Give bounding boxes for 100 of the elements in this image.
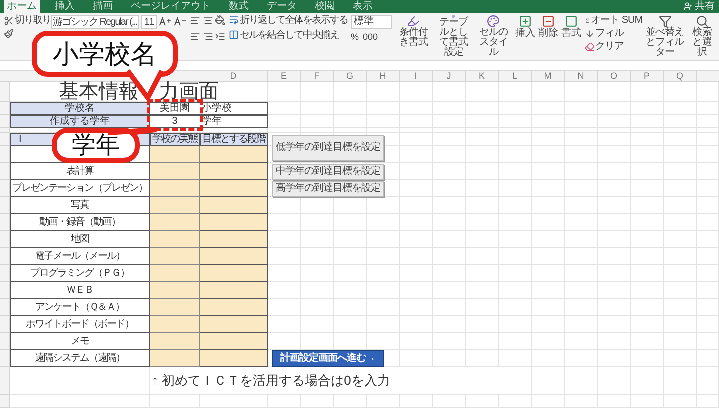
goal-button[interactable]: 低学年の到達目標を設定 xyxy=(272,135,384,161)
grid-cell xyxy=(334,395,367,408)
input-cell[interactable] xyxy=(200,316,268,333)
grid-cell xyxy=(598,82,631,102)
editing-button[interactable]: クリア xyxy=(596,41,624,52)
input-cell[interactable] xyxy=(150,163,200,180)
column-header[interactable]: E xyxy=(268,71,301,82)
merge-center-button[interactable]: セルを結合して中央揃え xyxy=(240,30,339,41)
ribbon-tab[interactable]: 校閲 xyxy=(312,2,338,12)
input-cell[interactable] xyxy=(150,333,200,350)
input-cell[interactable] xyxy=(200,146,268,163)
input-cell[interactable] xyxy=(150,146,200,163)
input-cell[interactable] xyxy=(150,282,200,299)
style-icon[interactable] xyxy=(487,15,500,28)
column-header[interactable]: Q xyxy=(664,71,697,82)
ribbon-tab[interactable]: ページレイアウト xyxy=(128,2,214,12)
cells-button[interactable]: 書式 xyxy=(562,28,582,39)
merge-icon[interactable] xyxy=(229,30,239,40)
column-header[interactable]: F xyxy=(301,71,334,82)
number-format-button[interactable]: 000 xyxy=(363,32,378,43)
ribbon-tab[interactable]: 表示 xyxy=(350,2,376,12)
input-cell[interactable] xyxy=(200,248,268,265)
input-cell[interactable] xyxy=(150,299,200,316)
ribbon-tab[interactable]: 数式 xyxy=(226,2,252,12)
font-shrink-icon[interactable] xyxy=(174,17,187,27)
column-header[interactable]: O xyxy=(598,71,631,82)
style-button[interactable]: セルのスタイル xyxy=(475,28,513,58)
indent-icon[interactable] xyxy=(215,31,226,42)
input-cell[interactable] xyxy=(200,299,268,316)
column-header[interactable]: J xyxy=(433,71,466,82)
ribbon-tab[interactable]: 描画 xyxy=(90,2,116,12)
ribbon-tab[interactable]: 挿入 xyxy=(52,2,78,12)
scissors-icon[interactable] xyxy=(4,16,14,26)
editing-icon[interactable] xyxy=(584,42,595,52)
goal-button[interactable]: 中学年の到達目標を設定 xyxy=(272,164,384,180)
search-icon[interactable] xyxy=(696,15,709,28)
input-cell[interactable] xyxy=(150,180,200,197)
cut-label[interactable]: 切り取り xyxy=(15,15,51,26)
editing-button[interactable]: オート SUM xyxy=(591,15,643,26)
grid-cell xyxy=(565,146,598,163)
editing-icon[interactable] xyxy=(584,28,595,38)
info-value-cell[interactable]: 美田園 xyxy=(150,102,200,115)
cells-icon[interactable] xyxy=(565,15,578,28)
cells-icon[interactable] xyxy=(519,15,532,28)
cells-icon[interactable] xyxy=(542,15,556,28)
input-cell[interactable] xyxy=(200,231,268,248)
share-icon[interactable] xyxy=(684,2,693,11)
sort-filter-icon[interactable] xyxy=(658,15,672,28)
ribbon-tab[interactable]: ホーム xyxy=(4,0,40,13)
align-middle-icon[interactable] xyxy=(202,15,214,26)
grid-cell xyxy=(631,350,664,367)
column-header[interactable]: D xyxy=(200,71,268,82)
style-button[interactable]: 条件付き書式 xyxy=(395,28,432,48)
goal-button[interactable]: 高学年の到達目標を設定 xyxy=(272,180,384,196)
next-screen-button[interactable]: 計画設定画面へ進む→ xyxy=(272,350,384,367)
input-cell[interactable] xyxy=(200,214,268,231)
column-header[interactable]: P xyxy=(631,71,664,82)
font-size-select[interactable]: 11 xyxy=(141,15,158,29)
input-cell[interactable] xyxy=(200,350,268,367)
column-header[interactable]: I xyxy=(400,71,433,82)
number-format-button[interactable]: % xyxy=(351,32,360,43)
input-cell[interactable] xyxy=(150,231,200,248)
find-select-button[interactable]: 検索と選択 xyxy=(688,28,717,58)
input-cell[interactable] xyxy=(200,282,268,299)
column-header[interactable]: L xyxy=(499,71,532,82)
style-button[interactable]: テーブルとして書式設定 xyxy=(435,18,472,58)
input-cell[interactable] xyxy=(200,265,268,282)
orientation-icon[interactable] xyxy=(215,15,226,26)
input-cell[interactable] xyxy=(150,350,200,367)
cells-button[interactable]: 削除 xyxy=(538,28,559,39)
style-icon[interactable] xyxy=(407,15,420,28)
input-cell[interactable] xyxy=(150,197,200,214)
column-header[interactable]: G xyxy=(334,71,367,82)
sort-filter-button[interactable]: 並べ替えとフィルター xyxy=(646,28,685,58)
input-cell[interactable] xyxy=(200,197,268,214)
editing-button[interactable]: フィル xyxy=(596,28,624,39)
align-left-icon[interactable] xyxy=(190,31,201,42)
font-grow-icon[interactable] xyxy=(159,17,172,27)
share-button[interactable]: 共有 xyxy=(695,2,715,12)
info-value-cell[interactable]: 3 xyxy=(150,115,200,128)
input-cell[interactable] xyxy=(200,163,268,180)
number-format-select[interactable]: 標準 xyxy=(351,15,392,29)
input-cell[interactable] xyxy=(150,248,200,265)
input-cell[interactable] xyxy=(150,316,200,333)
cells-button[interactable]: 挿入 xyxy=(516,28,536,39)
input-cell[interactable] xyxy=(150,214,200,231)
ribbon-tab[interactable]: データ xyxy=(264,2,300,12)
brush-icon[interactable] xyxy=(4,29,14,39)
column-header[interactable]: H xyxy=(367,71,400,82)
align-top-icon[interactable] xyxy=(190,15,201,26)
wrap-text-button[interactable]: 折り返して全体を表示する xyxy=(240,15,348,26)
input-cell[interactable] xyxy=(200,333,268,350)
column-header[interactable]: K xyxy=(466,71,499,82)
column-header[interactable]: N xyxy=(565,71,598,82)
column-header[interactable]: M xyxy=(532,71,565,82)
align-right-icon[interactable] xyxy=(202,31,214,42)
input-cell[interactable] xyxy=(150,265,200,282)
input-cell[interactable] xyxy=(200,180,268,197)
wrap-icon[interactable] xyxy=(229,15,239,25)
font-select[interactable]: 游ゴシック Regular (... xyxy=(51,15,140,29)
